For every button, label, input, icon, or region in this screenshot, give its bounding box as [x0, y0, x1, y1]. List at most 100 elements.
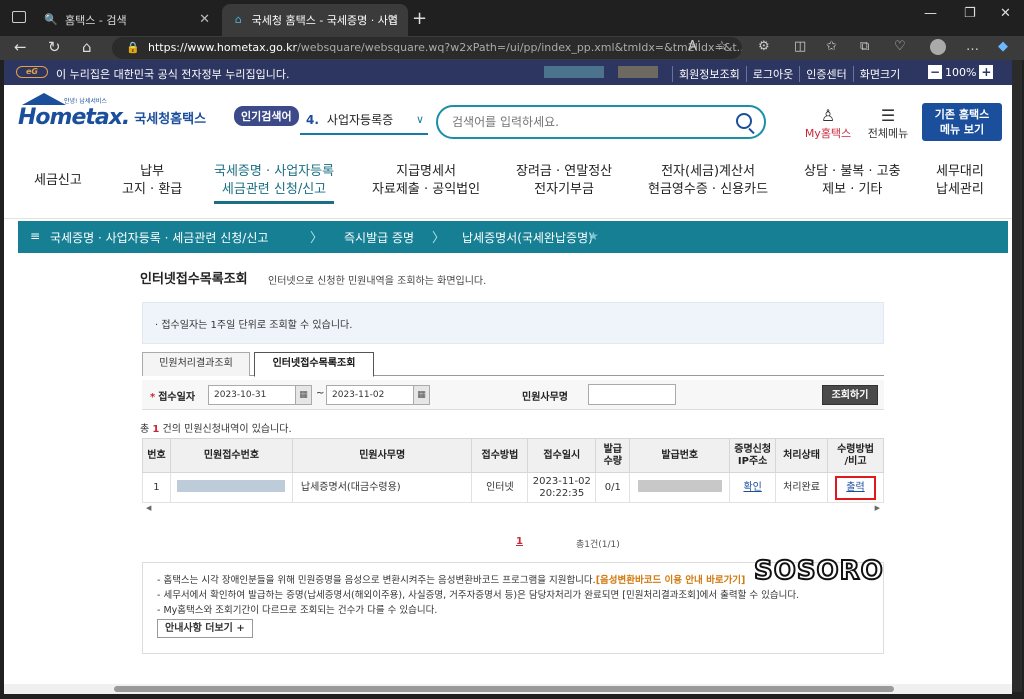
favorite-star-icon[interactable]: ★: [588, 229, 599, 243]
print-button-highlight: 출력: [835, 475, 876, 500]
row-receipt-date: 2023-11-02 20:22:35: [527, 472, 597, 503]
home-icon[interactable]: ⌂: [82, 38, 92, 56]
search-button[interactable]: 조회하기: [822, 385, 878, 405]
copilot-icon[interactable]: ◆: [998, 39, 1008, 54]
gnb-payment-statements[interactable]: 지급명세서 자료제출 · 공익법인: [372, 163, 480, 199]
address-bar-row: ← ↻ ⌂ 🔒 https://www.hometax.go.kr/websqu…: [0, 36, 1024, 60]
scrollbar-thumb[interactable]: [114, 686, 894, 692]
notice-box: · 접수일자는 1주일 단위로 조회할 수 있습니다.: [142, 302, 884, 344]
close-icon[interactable]: ✕: [387, 12, 398, 27]
gov-banner-message[interactable]: 이 누리집은 대한민국 공식 전자정부 누리집입니다.: [56, 66, 290, 82]
maximize-icon[interactable]: ❐: [964, 6, 976, 21]
date-to-input[interactable]: 2023-11-02 ▦: [326, 385, 430, 405]
brand-tagline: 안녕! 납세서비스: [64, 98, 107, 105]
col-quantity: 발급 수량: [595, 438, 631, 473]
info-line-1-text: - 홈택스는 시각 장애인분들을 위해 민원증명을 음성으로 변환시켜주는 음성…: [157, 575, 596, 586]
gnb-consultation[interactable]: 상담 · 불복 · 고충 제보 · 기타: [804, 163, 901, 199]
my-hometax-button[interactable]: ♙ My홈택스: [800, 107, 856, 141]
browser-tab-search[interactable]: 🔍 홈택스 - 검색 ✕: [34, 4, 220, 36]
search-box: [436, 105, 766, 139]
popular-term: 사업자등록증: [326, 113, 394, 127]
more-options-icon[interactable]: …: [966, 39, 979, 54]
gnb-certificates[interactable]: 국세증명 · 사업자등록 세금관련 신청/신고: [214, 163, 335, 204]
brand-name-korean: 국세청홈택스: [134, 112, 207, 127]
more-info-button[interactable]: 안내사항 더보기 +: [157, 619, 253, 638]
hometax-page: eG 이 누리집은 대한민국 공식 전자정부 누리집입니다. 회원정보조회 로그…: [4, 60, 1012, 692]
favorite-star-icon[interactable]: ☆: [716, 39, 728, 54]
extensions-icon[interactable]: ⚙: [758, 39, 770, 54]
gnb-payment[interactable]: 납부 고지 · 환급: [122, 163, 182, 199]
minimize-icon[interactable]: —: [924, 6, 937, 21]
breadcrumb-level1[interactable]: 국세증명 · 사업자등록 · 세금관련 신청/신고: [50, 229, 268, 246]
zoom-in-button[interactable]: +: [979, 65, 994, 79]
ip-check-link[interactable]: 확인: [743, 482, 761, 493]
split-screen-icon[interactable]: ◫: [794, 39, 806, 54]
gnb-tax-filing[interactable]: 세금신고: [34, 172, 82, 190]
count-prefix: 총: [140, 424, 150, 435]
url-path: /websquare/websquare.wq?w2xPath=/ui/pp/i…: [297, 41, 742, 54]
zoom-out-button[interactable]: −: [928, 65, 942, 79]
user-icon: ♙: [820, 106, 836, 125]
popular-search-select[interactable]: 4. 사업자등록증 ∨: [300, 109, 428, 135]
search-input[interactable]: [452, 113, 722, 131]
browser-tab-hometax[interactable]: ⌂ 국세청 홈택스 - 국세증명 · 사업 ✕: [222, 4, 408, 36]
certificate-center-link[interactable]: 인증센터: [799, 66, 852, 82]
breadcrumb-level2[interactable]: 즉시발급 증명: [344, 229, 414, 246]
page-horizontal-scrollbar[interactable]: [4, 684, 1012, 694]
breadcrumb-level3[interactable]: 납세증명서(국세완납증명): [462, 229, 593, 246]
window-close-icon[interactable]: ✕: [1000, 6, 1011, 21]
redacted-user-name: [544, 66, 604, 78]
search-icon[interactable]: [736, 113, 752, 129]
page-vertical-scrollbar[interactable]: [1012, 60, 1022, 692]
hometax-logo[interactable]: 안녕! 납세서비스 Hometax. 국세청홈택스: [18, 93, 207, 130]
screen-size-label: 화면크기: [852, 66, 906, 82]
tab-internet-list[interactable]: 인터넷접수목록조회: [254, 352, 374, 377]
all-menu-button[interactable]: ☰ 전체메뉴: [862, 107, 914, 141]
tab-actions-icon[interactable]: [12, 11, 26, 23]
gnb-tax-agent[interactable]: 세무대리 납세관리: [936, 163, 984, 199]
browser-essentials-icon[interactable]: ♡: [894, 39, 906, 54]
scroll-left-icon[interactable]: ◀: [146, 504, 151, 512]
popular-rank: 4.: [306, 113, 319, 127]
gnb-label: 국세증명 · 사업자등록: [214, 164, 335, 179]
url-field[interactable]: 🔒 https://www.hometax.go.kr/websquare/we…: [112, 37, 742, 59]
gnb-label: 장려금 · 연말정산: [516, 164, 613, 179]
page-number-current[interactable]: 1: [516, 536, 523, 547]
voice-barcode-link[interactable]: [음성변환바코드 이용 안내 바로가기]: [596, 575, 746, 586]
scroll-right-icon[interactable]: ▶: [875, 504, 880, 512]
gnb-sublabel: 납세관리: [936, 182, 984, 197]
tab-processing-result[interactable]: 민원처리결과조회: [142, 352, 250, 376]
new-tab-icon[interactable]: +: [412, 8, 427, 29]
back-icon[interactable]: ←: [14, 38, 27, 56]
refresh-icon[interactable]: ↻: [48, 38, 61, 56]
collections-icon[interactable]: ⧉: [860, 39, 869, 54]
print-link[interactable]: 출력: [846, 482, 864, 493]
favorites-icon[interactable]: ✩: [826, 39, 837, 54]
profile-avatar-icon[interactable]: [930, 39, 946, 55]
gnb-e-invoice[interactable]: 전자(세금)계산서 현금영수증 · 신용카드: [648, 163, 768, 199]
row-status: 처리완료: [775, 472, 828, 503]
redacted-bar: [637, 479, 722, 492]
calendar-icon[interactable]: ▦: [295, 386, 311, 404]
close-icon[interactable]: ✕: [199, 12, 210, 27]
member-info-link[interactable]: 회원정보조회: [672, 66, 746, 82]
search-favicon-icon: 🔍: [44, 13, 58, 26]
page-description: 인터넷으로 신청한 민원내역을 조회하는 화면입니다.: [268, 276, 487, 287]
document-name-input[interactable]: [588, 384, 676, 405]
required-mark: *: [150, 392, 156, 403]
old-hometax-menu-button[interactable]: 기존 홈택스 메뉴 보기: [922, 103, 1002, 141]
date-from-input[interactable]: 2023-10-31 ▦: [208, 385, 312, 405]
row-time: 20:22:35: [539, 487, 585, 499]
gnb-incentives[interactable]: 장려금 · 연말정산 전자기부금: [516, 163, 612, 199]
table-horizontal-scrollbar[interactable]: ◀ ▶: [142, 504, 884, 514]
logout-link[interactable]: 로그아웃: [745, 66, 799, 82]
info-line-3: - My홈택스와 조회기간이 다르므로 조회되는 건수가 다를 수 있습니다.: [157, 605, 438, 616]
read-aloud-icon[interactable]: Aᐝ: [688, 39, 700, 54]
gnb-label: 세무대리: [936, 164, 984, 179]
table-row: 1 납세증명서(대금수령용) 인터넷 2023-11-02 20:22:35 0…: [142, 472, 884, 503]
redacted-bar: [177, 479, 286, 492]
breadcrumb-menu-icon[interactable]: ≡: [30, 229, 40, 243]
calendar-icon[interactable]: ▦: [413, 386, 429, 404]
breadcrumb: ≡ 국세증명 · 사업자등록 · 세금관련 신청/신고 〉 즉시발급 증명 〉 …: [18, 221, 1008, 253]
row-receipt-number-redacted: [169, 472, 293, 503]
